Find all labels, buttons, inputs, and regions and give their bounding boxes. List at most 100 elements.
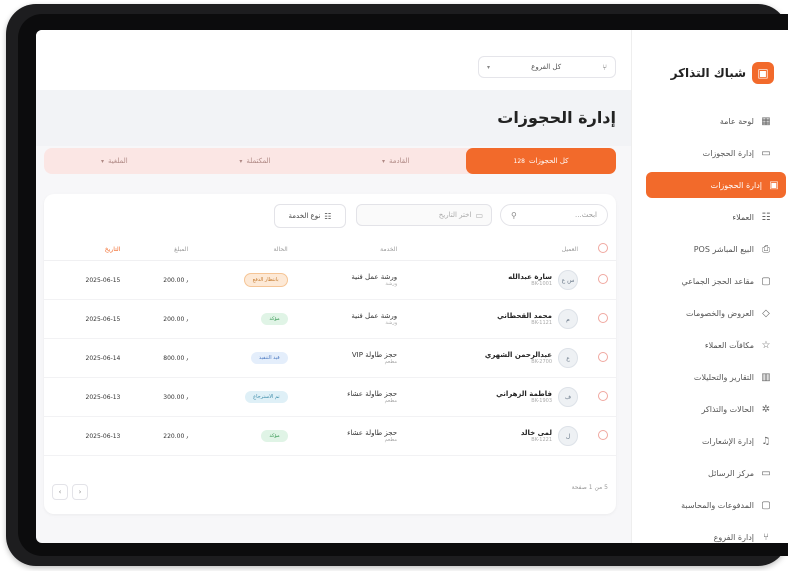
service-cell: حجز طاولة VIP مطعم (295, 338, 406, 378)
service-name: حجز طاولة عشاء (347, 390, 398, 398)
customer-name[interactable]: فاطمة الزهراني (496, 390, 552, 398)
row-select-cell (586, 338, 616, 378)
row-checkbox[interactable] (598, 430, 608, 440)
header-customer[interactable]: العميل (405, 238, 586, 261)
sidebar-item-label: مركز الرسائل (708, 468, 754, 478)
branch-select[interactable]: ⑂ كل الفروع ▾ (478, 56, 616, 78)
table-header-row: العميل الخدمة الحالة المبلغ التاريخ (44, 238, 616, 261)
sidebar-item-13[interactable]: ⑂ إدارة الفروع (642, 524, 778, 543)
sidebar-item-0[interactable]: ▦ لوحة عامة (642, 108, 778, 134)
booking-date: 2025-06-13 (85, 433, 121, 440)
tab-1[interactable]: القادمة ▾ (325, 148, 466, 174)
tab-label: الملغية (107, 157, 128, 165)
header-status[interactable]: الحالة (196, 238, 296, 261)
sidebar-item-3[interactable]: ☷ العملاء (642, 204, 778, 230)
sidebar-item-4[interactable]: ⎙ البيع المباشر POS (642, 236, 778, 262)
next-page-button[interactable]: › (52, 484, 68, 500)
customer-name[interactable]: لمى خالد (521, 429, 552, 437)
search-input[interactable]: ابحث... ⚲ (500, 204, 608, 226)
amount-cell: ٫ 220.00 (128, 416, 197, 456)
sidebar-item-12[interactable]: ▢ المدفوعات والمحاسبة (642, 492, 778, 518)
avatar: م (558, 309, 578, 329)
table-row[interactable]: ل لمى خالد BK-1221 حجز طاولة عشاء مطعم مؤكد ٫ … (44, 416, 616, 456)
row-checkbox[interactable] (598, 274, 608, 284)
table-body: س ع سارة عبدالله BK-1001 ورشة عمل فنية ورشة ب… (44, 260, 616, 456)
tab-count: 128 (513, 157, 525, 165)
header-date[interactable]: التاريخ (44, 238, 129, 261)
service-cell: حجز طاولة عشاء مطعم (295, 377, 406, 417)
filters-bar: ابحث... ⚲ ▭ اختر التاريخ ☷ نوع الخدمة (44, 204, 616, 228)
table-row[interactable]: س ع سارة عبدالله BK-1001 ورشة عمل فنية ورشة ب… (44, 260, 616, 300)
table-row[interactable]: ع عبدالرحمن الشهري BK-2700 حجز طاولة VIP مطع… (44, 338, 616, 378)
customer-info: لمى خالد BK-1221 (521, 429, 552, 443)
customer-name[interactable]: عبدالرحمن الشهري (485, 351, 552, 359)
row-checkbox[interactable] (598, 391, 608, 401)
header-service[interactable]: الخدمة (295, 238, 406, 261)
sidebar-item-2[interactable]: ▣ إدارة الحجوزات (646, 172, 786, 198)
status-cell: قيد التنفيذ (196, 338, 296, 378)
sidebar-item-1[interactable]: ▭ إدارة الحجوزات (642, 140, 778, 166)
customer: س ع سارة عبدالله BK-1001 (413, 270, 578, 290)
sidebar-item-label: إدارة الحجوزات (710, 180, 762, 190)
sidebar-item-5[interactable]: ▢ مقاعد الحجز الجماعي (642, 268, 778, 294)
customer-name[interactable]: محمد القحطاني (497, 312, 552, 320)
select-all-checkbox[interactable] (598, 243, 608, 253)
customer-info: محمد القحطاني BK-1121 (497, 312, 552, 326)
chevron-down-icon: ▾ (487, 63, 491, 71)
service-type-button[interactable]: ☷ نوع الخدمة (274, 204, 346, 228)
customer-cell: م محمد القحطاني BK-1121 (405, 299, 586, 339)
date-field[interactable]: ▭ اختر التاريخ (356, 204, 492, 226)
chevron-down-icon: ▾ (100, 157, 104, 165)
wallet-icon: ▢ (761, 499, 771, 511)
sidebar-item-8[interactable]: ▥ التقارير والتحليلات (642, 364, 778, 390)
search-icon: ⚲ (511, 210, 517, 220)
booking-code: BK-1903 (531, 398, 552, 404)
service-name: حجز طاولة عشاء (347, 429, 398, 437)
tab-2[interactable]: المكتملة ▾ (185, 148, 326, 174)
calendar-check-icon: ▣ (769, 179, 779, 191)
service-name: حجز طاولة VIP (351, 351, 398, 359)
sidebar-item-11[interactable]: ▭ مركز الرسائل (642, 460, 778, 486)
brand[interactable]: ▣ شباك التذاكر (671, 62, 774, 84)
gear-icon: ✲ (761, 403, 771, 415)
tab-3[interactable]: الملغية ▾ (44, 148, 185, 174)
service-name: ورشة عمل فنية (351, 273, 398, 281)
prev-page-button[interactable]: ‹ (72, 484, 88, 500)
status-badge: مؤكد (261, 313, 288, 325)
grid-icon: ▦ (761, 115, 771, 127)
branch-icon: ⑂ (763, 531, 769, 543)
table-footer: 5 من 1 صفحة ‹ › (52, 484, 608, 500)
row-checkbox[interactable] (598, 352, 608, 362)
amount: ٫ 220.00 (163, 433, 189, 440)
sidebar-item-6[interactable]: ◇ العروض والخصومات (642, 300, 778, 326)
select-all-cell (586, 238, 616, 261)
status-badge: بانتظار الدفع (243, 273, 288, 287)
status-badge: تم الاسترجاع (245, 391, 288, 403)
customer: م محمد القحطاني BK-1121 (413, 309, 578, 329)
table-row[interactable]: م محمد القحطاني BK-1121 ورشة عمل فنية ورشة مؤ… (44, 299, 616, 339)
status-cell: تم الاسترجاع (196, 377, 296, 417)
sidebar-item-7[interactable]: ☆ مكافآت العملاء (642, 332, 778, 358)
date-cell: 2025-06-15 (44, 299, 129, 339)
header-amount[interactable]: المبلغ (128, 238, 197, 261)
sidebar-item-label: إدارة الحجوزات (702, 148, 754, 158)
tab-0[interactable]: كل الحجوزات 128 (466, 148, 616, 174)
service-category: مطعم (384, 437, 398, 443)
status-tabs: كل الحجوزات 128 القادمة ▾ المكتملة ▾ الملغية ▾ (44, 148, 616, 174)
sidebar-item-9[interactable]: ✲ الحالات والتذاكر (642, 396, 778, 422)
search-placeholder: ابحث... (575, 211, 597, 219)
row-checkbox[interactable] (598, 313, 608, 323)
sidebar-item-10[interactable]: ♫ إدارة الإشعارات (642, 428, 778, 454)
service-name: ورشة عمل فنية (351, 312, 398, 320)
customer-name[interactable]: سارة عبدالله (508, 273, 552, 281)
page-title: إدارة الحجوزات (497, 108, 616, 127)
calendar-icon: ▭ (475, 210, 483, 220)
booking-code: BK-2700 (531, 359, 552, 365)
amount: ٫ 200.00 (163, 316, 189, 323)
chevron-down-icon: ▾ (239, 157, 243, 165)
table-row[interactable]: ف فاطمة الزهراني BK-1903 حجز طاولة عشاء مطعم… (44, 377, 616, 417)
service-cell: حجز طاولة عشاء مطعم (295, 416, 406, 456)
tab-label: القادمة (388, 157, 410, 165)
service-cell: ورشة عمل فنية ورشة (295, 299, 406, 339)
bell-icon: ♫ (761, 435, 771, 447)
